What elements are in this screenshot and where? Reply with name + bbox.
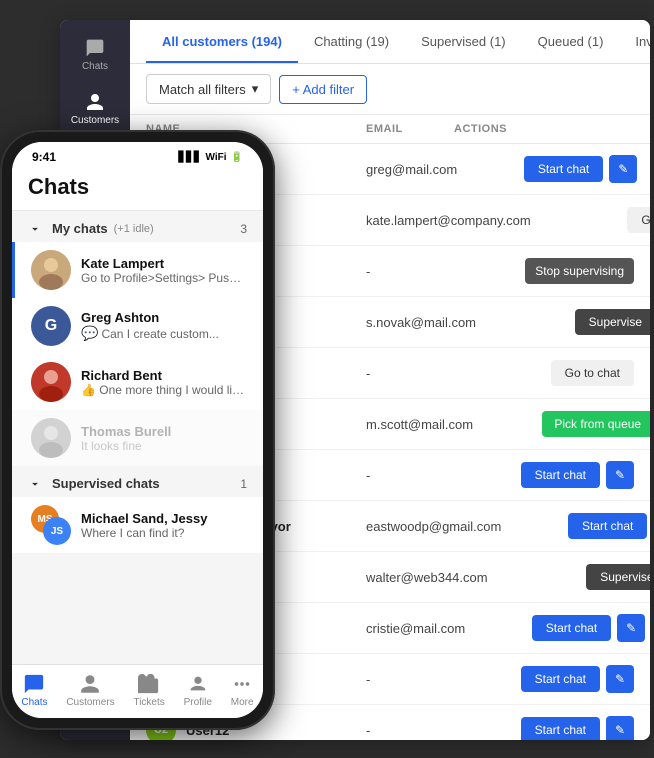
chat-avatar (31, 418, 71, 458)
battery-icon: 🔋 (231, 152, 243, 163)
nav-item-more[interactable]: More (231, 673, 254, 708)
email-cell: - (366, 468, 454, 483)
email-cell: walter@web344.com (366, 570, 488, 585)
start-chat-button[interactable]: Start chat (532, 615, 611, 641)
actions-cell: Supervise (476, 309, 650, 335)
supervised-chats-section-header: Supervised chats 1 (12, 466, 263, 497)
email-cell: - (366, 723, 454, 738)
go-to-chat-button[interactable]: Go to chat (627, 207, 650, 233)
start-chat-button[interactable]: Start chat (521, 666, 600, 692)
actions-cell: Start chat ✎ (457, 155, 637, 183)
chat-info: Thomas Burell It looks fine (81, 424, 247, 453)
chat-info: Kate Lampert Go to Profile>Settings> Pus… (81, 256, 247, 285)
actions-cell: Pick from queue (473, 411, 650, 437)
actions-cell: Stop supervising (454, 258, 634, 284)
actions-cell: Start chat ✎ (465, 614, 645, 642)
supervise-button[interactable]: Supervise (586, 564, 650, 590)
email-cell: cristie@mail.com (366, 621, 465, 636)
signal-icon: ▋▋▋ (178, 152, 201, 163)
email-cell: - (366, 672, 454, 687)
pick-from-queue-button[interactable]: Pick from queue (542, 411, 650, 437)
start-chat-button[interactable]: Start chat (521, 462, 600, 488)
wifi-icon: WiFi (206, 152, 227, 163)
start-chat-button[interactable]: Start chat (524, 156, 603, 182)
actions-cell: Start chat ✎ (454, 716, 634, 740)
actions-cell: Go to chat (531, 207, 650, 233)
phone-title: Chats (28, 174, 247, 200)
chat-avatar (31, 250, 71, 290)
filter-bar: Match all filters ▾ + Add filter (130, 64, 650, 115)
phone-screen: 9:41 ▋▋▋ WiFi 🔋 Chats My chats ( (12, 142, 263, 718)
nav-item-chats[interactable]: Chats (21, 673, 47, 708)
chat-avatar (31, 362, 71, 402)
email-cell: greg@mail.com (366, 162, 457, 177)
nav-item-tickets[interactable]: Tickets (133, 673, 164, 708)
actions-cell: Start chat ✎ (501, 512, 650, 540)
chat-info: Michael Sand, Jessy Where I can find it? (81, 511, 247, 540)
phone-header: Chats (12, 168, 263, 211)
sidebar-customers-label: Customers (71, 115, 119, 126)
edit-button[interactable]: ✎ (606, 461, 634, 489)
sidebar-item-customers[interactable]: Customers (65, 84, 125, 134)
sidebar-item-chats[interactable]: Chats (65, 30, 125, 80)
start-chat-button[interactable]: Start chat (521, 717, 600, 740)
actions-cell: Start chat ✎ (454, 665, 634, 693)
edit-button[interactable]: ✎ (609, 155, 637, 183)
double-avatar: MS JS (31, 505, 71, 545)
supervise-button[interactable]: Supervise (575, 309, 650, 335)
email-cell: kate.lampert@company.com (366, 213, 531, 228)
nav-item-customers[interactable]: Customers (66, 673, 114, 708)
actions-cell: Start chat ✎ (454, 461, 634, 489)
chevron-down-icon: ▾ (252, 81, 259, 97)
nav-item-profile[interactable]: Profile (184, 673, 212, 708)
tabs-bar: All customers (194) Chatting (19) Superv… (130, 20, 650, 64)
tab-supervised[interactable]: Supervised (1) (405, 20, 522, 63)
status-bar: 9:41 ▋▋▋ WiFi 🔋 (12, 142, 263, 168)
my-chats-section-header: My chats (+1 idle) 3 (12, 211, 263, 242)
start-chat-button[interactable]: Start chat (568, 513, 647, 539)
email-cell: s.novak@mail.com (366, 315, 476, 330)
go-to-chat-button[interactable]: Go to chat (551, 360, 634, 386)
status-time: 9:41 (32, 150, 56, 164)
tab-invited[interactable]: Invi... (619, 20, 650, 63)
email-cell: - (366, 366, 454, 381)
chat-info: Greg Ashton 💬 Can I create custom... (81, 310, 247, 342)
stop-supervising-button[interactable]: Stop supervising (525, 258, 634, 284)
chat-item-greg[interactable]: G Greg Ashton 💬 Can I create custom... (12, 298, 263, 354)
match-all-filters-button[interactable]: Match all filters ▾ (146, 74, 271, 104)
actions-cell: Supervise (488, 564, 650, 590)
phone-nav: Chats Customers Tickets Profile More (12, 664, 263, 718)
sidebar-chats-label: Chats (82, 61, 108, 72)
add-filter-button[interactable]: + Add filter (279, 75, 367, 104)
actions-cell: Go to chat (454, 360, 634, 386)
phone-overlay: 9:41 ▋▋▋ WiFi 🔋 Chats My chats ( (0, 130, 275, 730)
phone-frame: 9:41 ▋▋▋ WiFi 🔋 Chats My chats ( (0, 130, 275, 730)
tab-all-customers[interactable]: All customers (194) (146, 20, 298, 63)
edit-button[interactable]: ✎ (606, 716, 634, 740)
chat-avatar: G (31, 306, 71, 346)
chat-item-michael-jessy[interactable]: MS JS Michael Sand, Jessy Where I can fi… (12, 497, 263, 553)
edit-button[interactable]: ✎ (617, 614, 645, 642)
chat-list[interactable]: My chats (+1 idle) 3 Kate Lampert Go to … (12, 211, 263, 664)
chat-item-kate[interactable]: Kate Lampert Go to Profile>Settings> Pus… (12, 242, 263, 298)
chat-info: Richard Bent 👍 One more thing I would li… (81, 368, 247, 397)
chat-item-richard[interactable]: Richard Bent 👍 One more thing I would li… (12, 354, 263, 410)
edit-button[interactable]: ✎ (606, 665, 634, 693)
tab-queued[interactable]: Queued (1) (522, 20, 620, 63)
email-cell: - (366, 264, 454, 279)
tab-chatting[interactable]: Chatting (19) (298, 20, 405, 63)
status-icons: ▋▋▋ WiFi 🔋 (178, 152, 243, 163)
email-cell: eastwoodp@gmail.com (366, 519, 501, 534)
email-cell: m.scott@mail.com (366, 417, 473, 432)
chat-item-thomas[interactable]: Thomas Burell It looks fine (12, 410, 263, 466)
